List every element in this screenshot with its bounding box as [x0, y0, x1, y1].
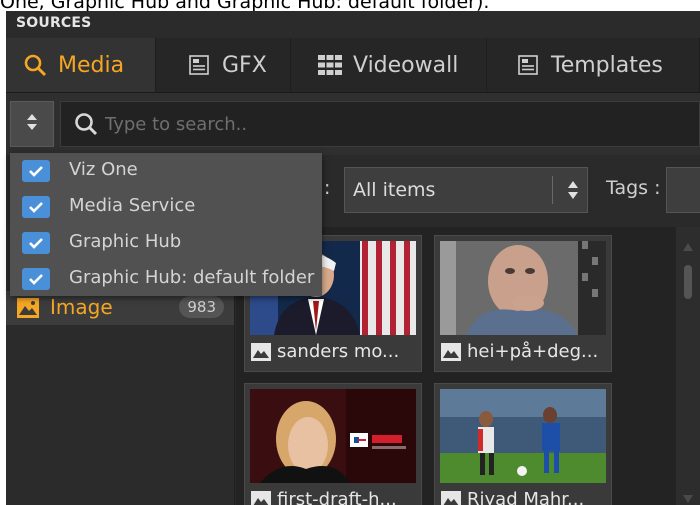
source-option-graphic-hub-default-folder[interactable]: Graphic Hub: default folder [10, 261, 322, 297]
media-item-caption: hei+på+deg... [441, 341, 607, 362]
panel-title: SOURCES [16, 15, 92, 31]
media-item-title: Riyad Mahr... [467, 489, 585, 505]
source-option-graphic-hub[interactable]: Graphic Hub [10, 225, 322, 261]
source-select-button[interactable] [10, 101, 54, 147]
media-item[interactable]: Riyad Mahr... [434, 383, 612, 505]
image-icon [441, 342, 461, 361]
source-option-media-service[interactable]: Media Service [10, 189, 322, 225]
media-grid-scrollbar[interactable] [676, 227, 700, 505]
media-item-title: hei+på+deg... [467, 341, 599, 362]
tab-gfx-label: GFX [222, 52, 267, 78]
media-item-caption: Riyad Mahr... [441, 489, 607, 505]
scroll-down-icon[interactable] [682, 489, 694, 505]
checkbox-checked-icon[interactable] [22, 268, 50, 290]
source-tabs: Media GFX Videowall Templates [6, 38, 700, 93]
select-divider [552, 176, 553, 204]
search-input[interactable]: Type to search.. [60, 101, 700, 147]
gfx-icon [186, 52, 212, 78]
search-bar: Type to search.. [6, 93, 700, 155]
category-label: Image [50, 295, 113, 319]
media-item-title: sanders mo... [277, 341, 400, 362]
category-count-badge: 983 [179, 296, 224, 318]
search-placeholder: Type to search.. [105, 114, 248, 135]
media-item-caption: first-draft-h... [251, 489, 417, 505]
media-thumbnail [440, 389, 606, 483]
checkbox-checked-icon[interactable] [22, 160, 50, 182]
image-icon [16, 297, 40, 323]
checkbox-checked-icon[interactable] [22, 196, 50, 218]
items-filter-value: All items [353, 179, 436, 201]
checkbox-checked-icon[interactable] [22, 232, 50, 254]
search-icon [22, 52, 48, 78]
scroll-up-icon[interactable] [682, 237, 694, 256]
media-item[interactable]: first-draft-h... [244, 383, 422, 505]
tab-media[interactable]: Media [6, 38, 156, 92]
sort-arrows-icon [567, 178, 579, 206]
search-icon [73, 111, 99, 141]
image-icon [251, 490, 271, 505]
source-option-label: Viz One [69, 159, 138, 180]
videowall-icon [317, 52, 343, 78]
source-option-label: Graphic Hub [69, 231, 182, 252]
tab-templates-label: Templates [551, 52, 663, 78]
items-filter-select[interactable]: All items [344, 167, 588, 213]
image-icon [251, 342, 271, 361]
media-item[interactable]: hei+på+deg... [434, 235, 612, 372]
templates-icon [515, 52, 541, 78]
tab-videowall[interactable]: Videowall [291, 38, 487, 92]
tags-input[interactable] [666, 167, 700, 213]
filter-colon: : [324, 177, 331, 199]
tab-media-label: Media [58, 52, 125, 78]
source-option-viz-one[interactable]: Viz One [10, 153, 322, 189]
sort-arrows-icon [26, 112, 38, 136]
tab-templates[interactable]: Templates [487, 38, 700, 92]
tab-videowall-label: Videowall [353, 52, 459, 78]
media-thumbnail [250, 389, 416, 483]
source-option-label: Graphic Hub: default folder [69, 267, 315, 288]
media-item-title: first-draft-h... [277, 489, 397, 505]
media-item-caption: sanders mo... [251, 341, 417, 362]
source-option-label: Media Service [69, 195, 196, 216]
scrollbar-thumb[interactable] [684, 265, 692, 299]
page-caption: One, Graphic Hub and Graphic Hub: defaul… [0, 0, 490, 11]
image-icon [441, 490, 461, 505]
sources-dropdown-menu: Viz One Media Service Graphic Hub Graphi… [10, 153, 322, 296]
media-thumbnail [440, 241, 606, 335]
tags-label: Tags : [606, 177, 661, 199]
tab-gfx[interactable]: GFX [156, 38, 291, 92]
